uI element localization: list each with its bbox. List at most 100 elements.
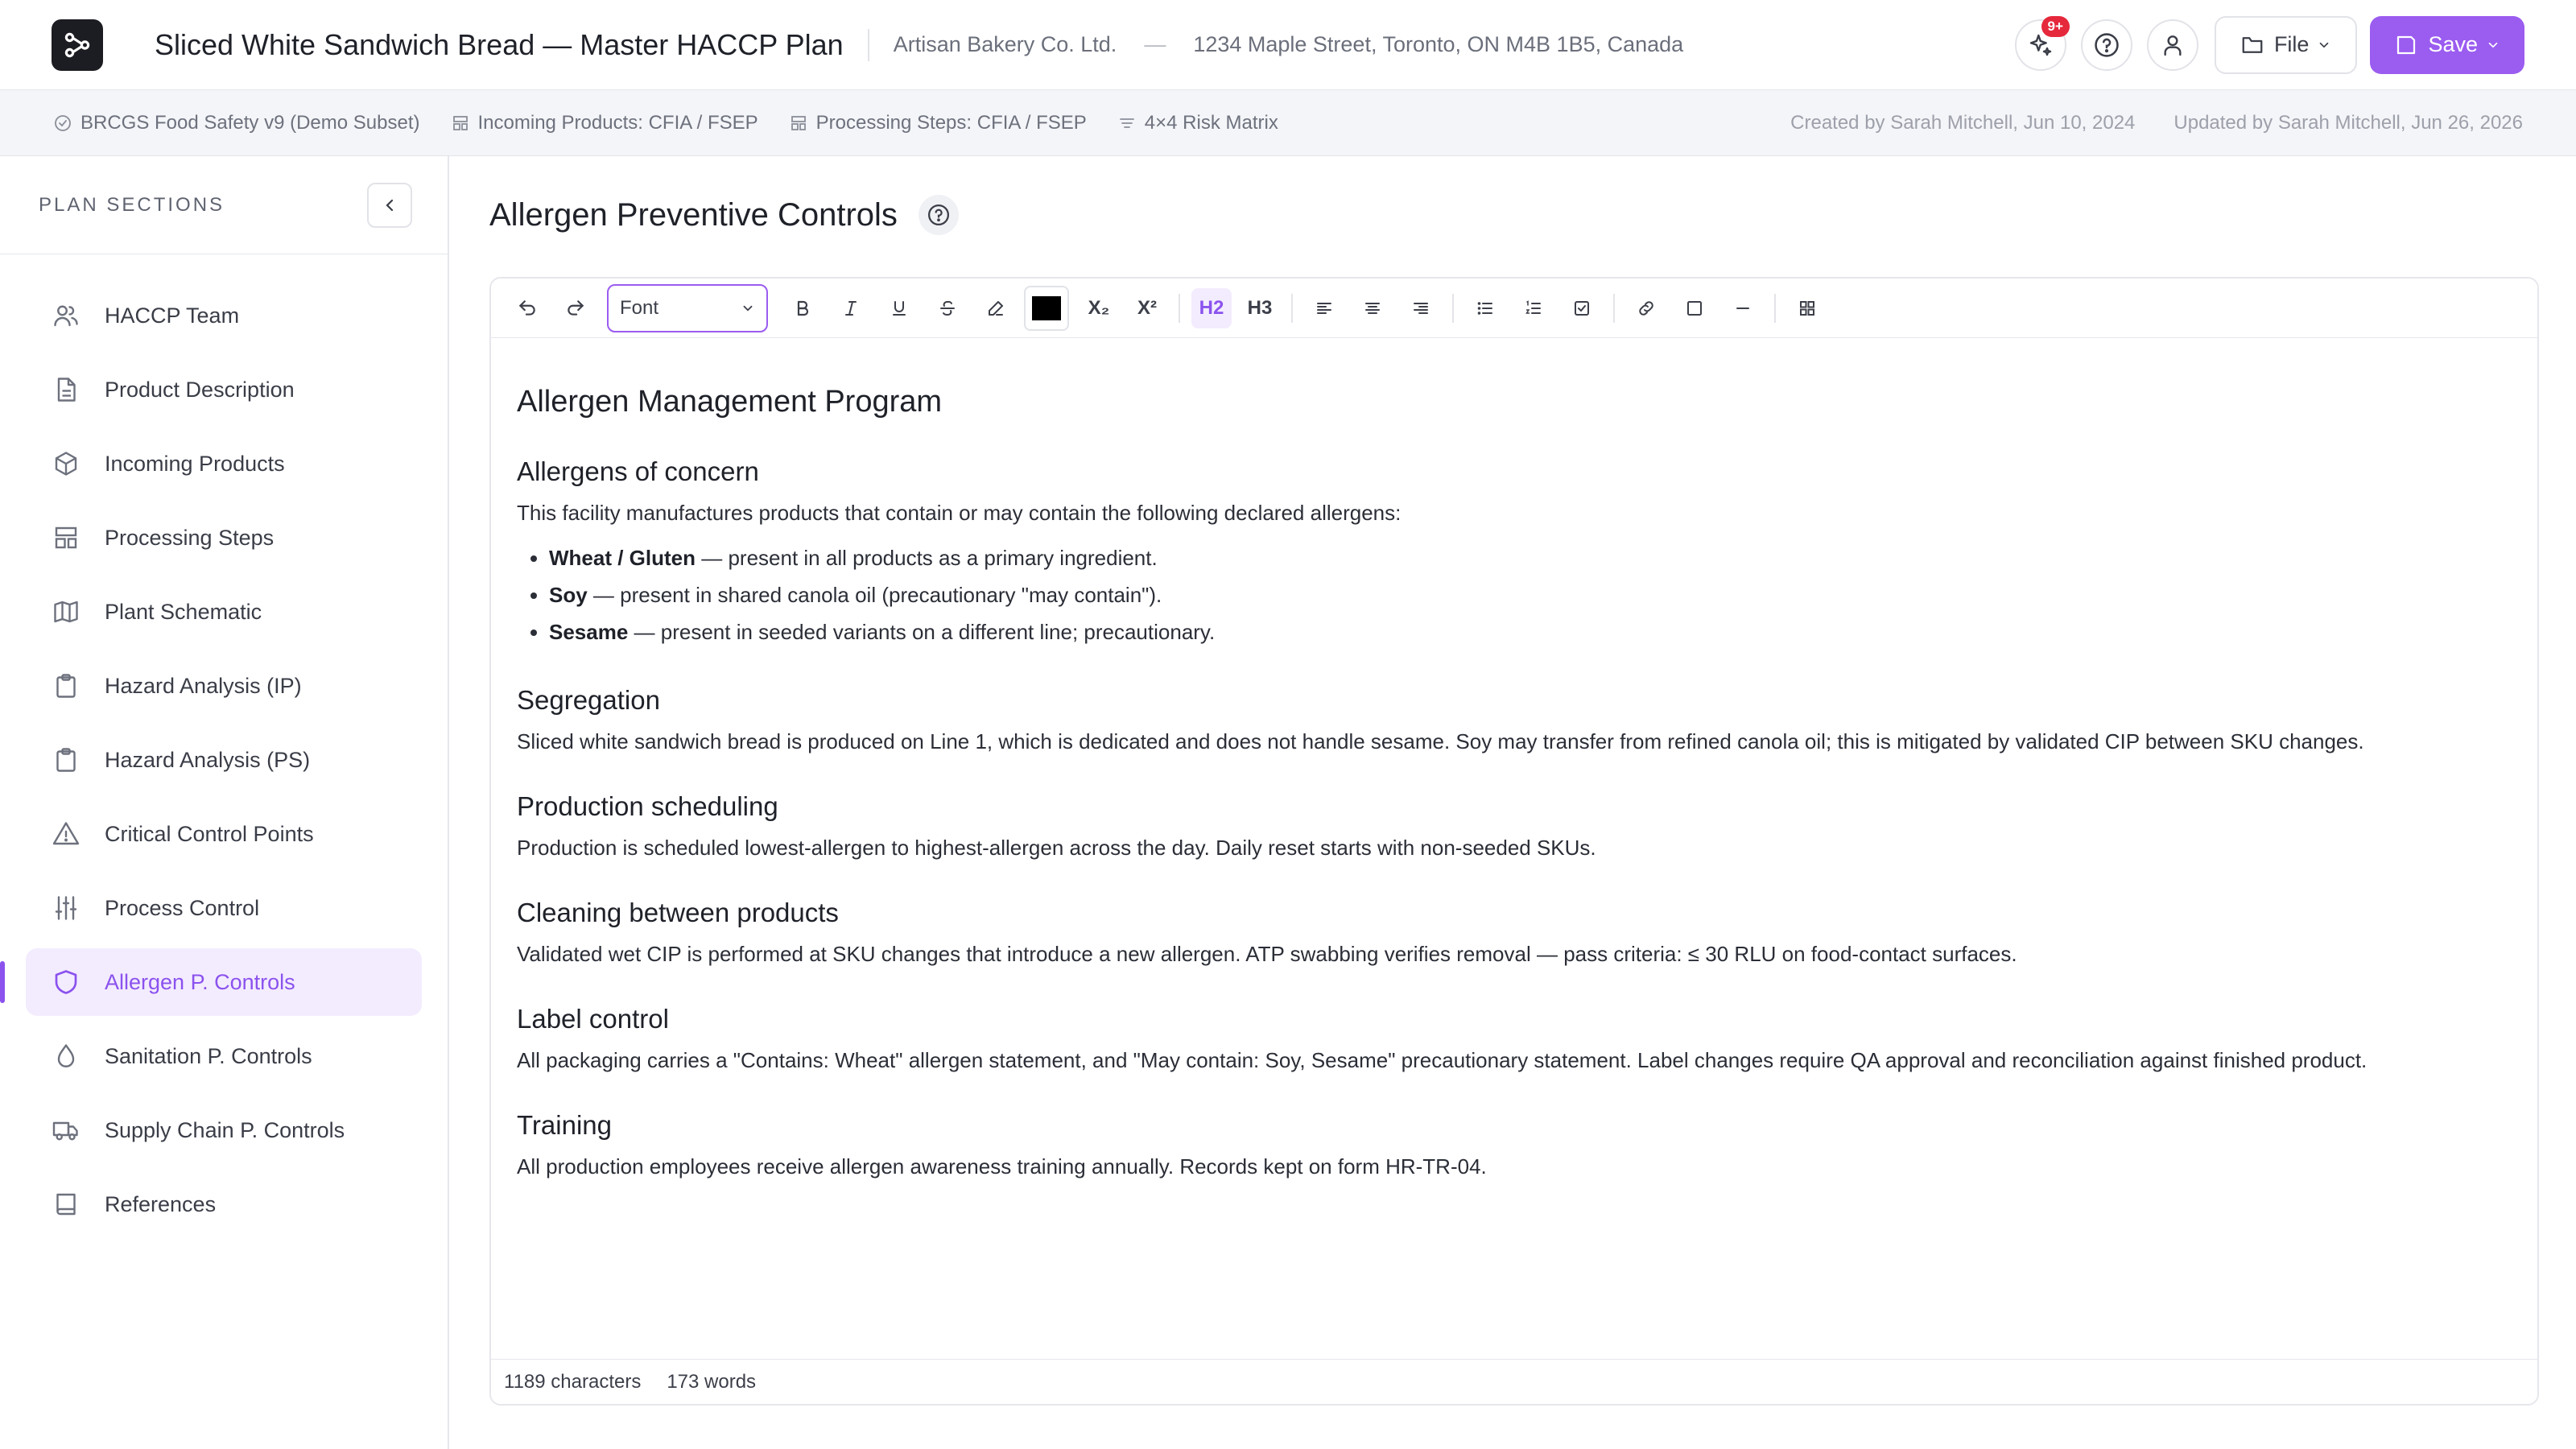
insert-box-button[interactable] bbox=[1674, 288, 1715, 328]
strikethrough-button[interactable] bbox=[927, 288, 968, 328]
ai-sparkle-button[interactable]: 9+ bbox=[2014, 15, 2070, 71]
subscript-button[interactable]: X₂ bbox=[1079, 288, 1119, 328]
sidebar-item-label: Incoming Products bbox=[105, 451, 285, 476]
sidebar-item-processing-steps[interactable]: Processing Steps bbox=[26, 504, 422, 572]
toolbar-divider bbox=[1613, 293, 1615, 323]
sidebar-item-hazard-analysis-ps[interactable]: Hazard Analysis (PS) bbox=[26, 726, 422, 794]
sidebar-item-supply-chain-controls[interactable]: Supply Chain P. Controls bbox=[26, 1096, 422, 1164]
sidebar-item-critical-control-points[interactable]: Critical Control Points bbox=[26, 800, 422, 868]
sidebar-item-label: Supply Chain P. Controls bbox=[105, 1117, 345, 1142]
sidebar-item-label: Process Control bbox=[105, 895, 260, 920]
sidebar-item-incoming-products[interactable]: Incoming Products bbox=[26, 430, 422, 497]
align-left-button[interactable] bbox=[1304, 288, 1344, 328]
section-heading: Training bbox=[517, 1110, 612, 1140]
editor-toolbar: Font X₂ X² H2 H3 bbox=[491, 279, 2537, 338]
rich-text-editor: Font X₂ X² H2 H3 Allergen Management Pro… bbox=[489, 277, 2539, 1406]
horizontal-rule-button[interactable] bbox=[1723, 288, 1763, 328]
sidebar-item-allergen-controls[interactable]: Allergen P. Controls bbox=[0, 948, 422, 1016]
sidebar-title: PLAN SECTIONS bbox=[39, 193, 225, 216]
plan-meta-bar: BRCGS Food Safety v9 (Demo Subset) Incom… bbox=[0, 90, 2576, 156]
collapse-sidebar-button[interactable] bbox=[367, 182, 412, 228]
section-paragraph: Validated wet CIP is performed at SKU ch… bbox=[517, 942, 2017, 966]
sidebar-header: PLAN SECTIONS bbox=[0, 156, 448, 254]
redo-button[interactable] bbox=[555, 288, 596, 328]
allergen-name: Wheat / Gluten bbox=[549, 546, 696, 570]
strikethrough-icon bbox=[940, 300, 955, 316]
numbered-list-button[interactable] bbox=[1513, 288, 1554, 328]
section-training: Training All production employees receiv… bbox=[517, 1110, 2512, 1181]
heading-2-button[interactable]: H2 bbox=[1191, 287, 1232, 328]
highlight-button[interactable] bbox=[976, 288, 1016, 328]
align-right-button[interactable] bbox=[1401, 288, 1441, 328]
checklist-button[interactable] bbox=[1562, 288, 1602, 328]
clipboard-icon bbox=[56, 748, 76, 772]
sidebar-item-label: Plant Schematic bbox=[105, 599, 262, 624]
meta-processing-steps-label: Processing Steps: CFIA / FSEP bbox=[815, 111, 1087, 134]
bullet-list-button[interactable] bbox=[1465, 288, 1505, 328]
sidebar-item-references[interactable]: References bbox=[26, 1170, 422, 1238]
section-segregation: Segregation Sliced white sandwich bread … bbox=[517, 685, 2512, 756]
header-divider bbox=[867, 28, 869, 61]
section-help-button[interactable] bbox=[918, 195, 959, 235]
file-menu-button[interactable]: File bbox=[2214, 15, 2358, 74]
text-color-picker[interactable] bbox=[1024, 285, 1069, 331]
align-left-icon bbox=[1317, 302, 1331, 314]
underline-button[interactable] bbox=[879, 288, 919, 328]
layout-icon bbox=[791, 115, 806, 130]
meta-incoming-products[interactable]: Incoming Products: CFIA / FSEP bbox=[451, 112, 758, 134]
sidebar-item-plant-schematic[interactable]: Plant Schematic bbox=[26, 578, 422, 646]
book-icon bbox=[56, 1193, 76, 1216]
insert-link-button[interactable] bbox=[1626, 288, 1666, 328]
layout-icon bbox=[452, 115, 468, 130]
sidebar-item-process-control[interactable]: Process Control bbox=[26, 874, 422, 942]
italic-button[interactable] bbox=[831, 288, 871, 328]
meta-risk-matrix[interactable]: 4×4 Risk Matrix bbox=[1117, 112, 1278, 134]
app-logo-icon[interactable] bbox=[52, 19, 103, 71]
truck-icon bbox=[52, 1121, 78, 1141]
superscript-button[interactable]: X² bbox=[1127, 288, 1167, 328]
section-paragraph: This facility manufactures products that… bbox=[517, 501, 1402, 525]
section-cleaning: Cleaning between products Validated wet … bbox=[517, 898, 2512, 968]
sidebar-item-hazard-analysis-ip[interactable]: Hazard Analysis (IP) bbox=[26, 652, 422, 720]
top-bar: Sliced White Sandwich Bread — Master HAC… bbox=[0, 0, 2576, 90]
list-item: Wheat / Gluten — present in all products… bbox=[549, 543, 2512, 572]
save-button[interactable]: Save bbox=[2370, 15, 2524, 74]
section-paragraph: All packaging carries a "Contains: Wheat… bbox=[517, 1048, 2368, 1072]
numbered-list-icon bbox=[1525, 299, 1541, 314]
header-dash: — bbox=[1144, 32, 1166, 56]
sidebar: PLAN SECTIONS HACCP Team Product Descrip… bbox=[0, 156, 449, 1449]
help-button[interactable] bbox=[2080, 19, 2132, 71]
page-title: Allergen Preventive Controls bbox=[489, 196, 898, 233]
insert-table-button[interactable] bbox=[1787, 288, 1827, 328]
main-content: Allergen Preventive Controls Font X₂ X² … bbox=[449, 156, 2576, 1449]
sidebar-item-product-description[interactable]: Product Description bbox=[26, 356, 422, 423]
align-center-button[interactable] bbox=[1352, 288, 1393, 328]
sidebar-item-label: Processing Steps bbox=[105, 525, 275, 550]
chevron-down-icon bbox=[2320, 42, 2329, 47]
heading-3-button[interactable]: H3 bbox=[1240, 288, 1280, 328]
font-select[interactable]: Font bbox=[607, 283, 768, 332]
sidebar-item-label: Sanitation P. Controls bbox=[105, 1043, 312, 1068]
section-label-control: Label control All packaging carries a "C… bbox=[517, 1004, 2512, 1075]
section-allergens: Allergens of concern This facility manuf… bbox=[517, 456, 2512, 646]
warning-icon bbox=[52, 822, 80, 845]
align-right-icon bbox=[1414, 302, 1428, 314]
meta-standard[interactable]: BRCGS Food Safety v9 (Demo Subset) bbox=[53, 112, 420, 134]
bold-button[interactable] bbox=[782, 288, 823, 328]
square-icon bbox=[1687, 300, 1702, 316]
sidebar-item-haccp-team[interactable]: HACCP Team bbox=[26, 282, 422, 349]
save-icon bbox=[2397, 35, 2416, 54]
allergen-detail: — present in shared canola oil (precauti… bbox=[587, 583, 1162, 607]
chevron-left-icon bbox=[386, 199, 394, 211]
user-button[interactable] bbox=[2146, 19, 2198, 71]
undo-button[interactable] bbox=[507, 288, 547, 328]
editor-content[interactable]: Allergen Management Program Allergens of… bbox=[491, 338, 2537, 1181]
meta-processing-steps[interactable]: Processing Steps: CFIA / FSEP bbox=[789, 112, 1087, 134]
list-item: Soy — present in shared canola oil (prec… bbox=[549, 580, 2512, 609]
sidebar-item-label: HACCP Team bbox=[105, 303, 240, 328]
sidebar-item-sanitation-controls[interactable]: Sanitation P. Controls bbox=[26, 1022, 422, 1090]
list-item: Sesame — present in seeded variants on a… bbox=[549, 617, 2512, 646]
top-actions: 9+ File Save bbox=[2000, 15, 2524, 74]
toolbar-divider bbox=[1291, 293, 1293, 323]
undo-icon bbox=[518, 299, 535, 316]
